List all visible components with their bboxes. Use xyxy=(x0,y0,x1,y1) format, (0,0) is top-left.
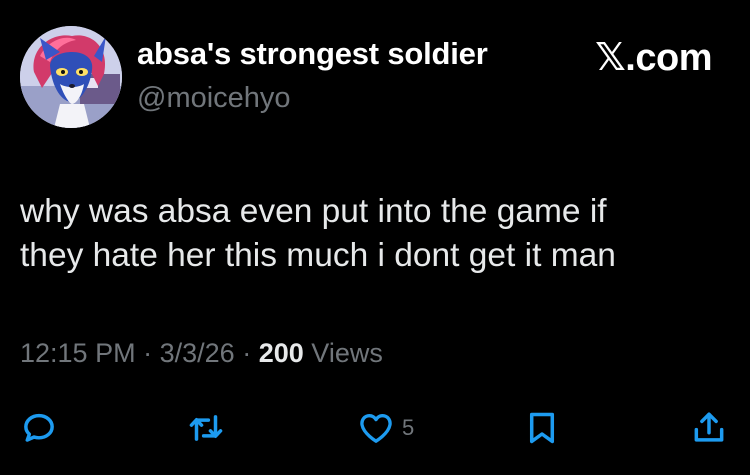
bookmark-button[interactable] xyxy=(523,408,561,448)
reply-icon xyxy=(24,413,54,442)
share-button[interactable] xyxy=(690,408,728,448)
timestamp-date[interactable]: 3/3/26 xyxy=(160,338,235,368)
fox-character-avatar-image xyxy=(20,26,122,128)
heart-icon xyxy=(360,413,392,443)
action-bar: 5 xyxy=(0,400,750,456)
tweet-text-line: they hate her this much i dont get it ma… xyxy=(20,237,616,274)
tweet-text: why was absa even put into the game if t… xyxy=(20,190,730,278)
meta-separator: · xyxy=(242,338,252,368)
x-logo-icon: 𝕏 xyxy=(595,35,626,79)
brand-suffix: .com xyxy=(625,37,712,79)
like-button[interactable]: 5 xyxy=(356,408,414,448)
retweet-button[interactable] xyxy=(186,408,226,448)
bookmark-icon xyxy=(529,412,555,444)
like-count: 5 xyxy=(402,415,415,440)
views-count: 200 xyxy=(258,338,304,368)
avatar[interactable] xyxy=(20,26,122,128)
timestamp-time[interactable]: 12:15 PM xyxy=(20,338,136,368)
tweet-meta: 12:15 PM · 3/3/26 · 200 Views xyxy=(20,338,383,369)
reply-button[interactable] xyxy=(20,408,58,448)
views-label: Views xyxy=(311,338,383,368)
tweet-text-line: why was absa even put into the game if xyxy=(20,193,607,230)
meta-separator: · xyxy=(143,338,153,368)
share-icon xyxy=(694,412,724,442)
retweet-icon xyxy=(189,415,223,441)
x-com-logo: 𝕏.com xyxy=(595,35,712,80)
tweet-card: absa's strongest soldier @moicehyo 𝕏.com… xyxy=(0,0,750,475)
display-name[interactable]: absa's strongest soldier xyxy=(137,36,488,72)
user-handle[interactable]: @moicehyo xyxy=(137,82,291,115)
